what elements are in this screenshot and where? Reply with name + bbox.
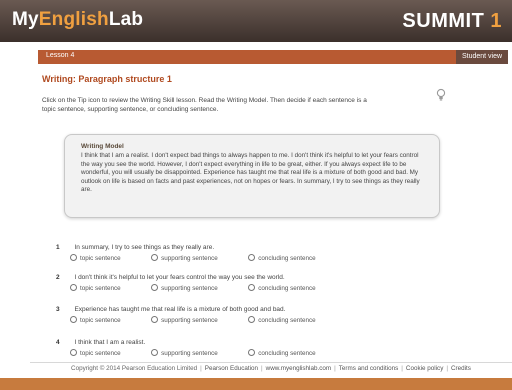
brand-accent: English: [38, 9, 109, 30]
radio-button[interactable]: [151, 316, 159, 323]
option-label: supporting sentence: [161, 285, 218, 292]
question-number: 3: [56, 306, 60, 313]
answer-options: topic sentence supporting sentence concl…: [56, 309, 476, 327]
option-concluding-sentence[interactable]: concluding sentence: [248, 284, 316, 292]
page-footer: Copyright © 2014 Pearson Education Limit…: [30, 362, 512, 377]
page-title: Writing: Paragraph structure 1: [42, 74, 172, 84]
answer-options: topic sentence supporting sentence concl…: [56, 277, 476, 295]
footer-link-site[interactable]: www.myenglishlab.com: [266, 365, 331, 372]
brand-prefix: My: [12, 9, 39, 30]
footer-link-credits[interactable]: Credits: [451, 365, 471, 372]
option-label: concluding sentence: [258, 255, 316, 262]
option-concluding-sentence[interactable]: concluding sentence: [248, 316, 316, 324]
radio-button[interactable]: [70, 349, 77, 356]
course-logo: SUMMIT 1: [402, 10, 502, 33]
footer-link-company[interactable]: Pearson Education: [205, 365, 258, 372]
copyright-text: Copyright © 2014 Pearson Education Limit…: [71, 365, 198, 372]
option-label: topic sentence: [80, 317, 121, 324]
option-label: concluding sentence: [258, 350, 316, 357]
question-3: 3 Experience has taught me that real lif…: [56, 298, 476, 327]
course-level: 1: [490, 10, 502, 32]
option-label: topic sentence: [80, 255, 121, 262]
option-label: supporting sentence: [161, 350, 218, 357]
radio-button[interactable]: [248, 349, 256, 356]
option-label: supporting sentence: [161, 255, 218, 262]
lightbulb-icon[interactable]: [434, 88, 448, 102]
radio-button[interactable]: [248, 254, 256, 261]
option-label: topic sentence: [80, 350, 121, 357]
answer-options: topic sentence supporting sentence concl…: [56, 247, 476, 265]
bottom-strip: [0, 378, 512, 390]
option-label: supporting sentence: [161, 317, 218, 324]
lesson-bar: Lesson 4 Student view: [38, 50, 508, 64]
radio-button[interactable]: [151, 284, 159, 291]
lesson-label: Lesson 4: [46, 52, 75, 59]
brand-suffix: Lab: [108, 9, 144, 30]
answer-options: topic sentence supporting sentence concl…: [56, 342, 476, 360]
radio-button[interactable]: [70, 316, 77, 323]
writing-model-box: Writing Model I think that I am a realis…: [64, 134, 440, 218]
question-number: 2: [56, 274, 60, 281]
option-concluding-sentence[interactable]: concluding sentence: [248, 349, 316, 357]
option-topic-sentence[interactable]: topic sentence: [70, 316, 121, 324]
instructions-text: Click on the Tip icon to review the Writ…: [42, 97, 367, 113]
question-2: 2 I don't think it's helpful to let your…: [56, 266, 476, 295]
question-number: 4: [56, 339, 60, 346]
app-header: MyEnglishLab SUMMIT 1: [0, 0, 512, 42]
radio-button[interactable]: [248, 284, 256, 291]
option-supporting-sentence[interactable]: supporting sentence: [151, 316, 218, 324]
question-1: 1 In summary, I try to see things as the…: [56, 236, 476, 265]
question-number: 1: [56, 244, 60, 251]
option-topic-sentence[interactable]: topic sentence: [70, 254, 121, 262]
footer-link-cookie[interactable]: Cookie policy: [406, 365, 443, 372]
option-supporting-sentence[interactable]: supporting sentence: [151, 254, 218, 262]
course-series: SUMMIT: [402, 10, 485, 32]
footer-link-terms[interactable]: Terms and conditions: [339, 365, 399, 372]
radio-button[interactable]: [248, 316, 256, 323]
question-4: 4 I think that I am a realist. topic sen…: [56, 331, 476, 360]
radio-button[interactable]: [70, 284, 77, 291]
writing-model-title: Writing Model: [81, 143, 124, 150]
option-label: concluding sentence: [258, 317, 316, 324]
option-concluding-sentence[interactable]: concluding sentence: [248, 254, 316, 262]
option-label: topic sentence: [80, 285, 121, 292]
lightbulb-graphic: [436, 88, 446, 101]
brand-logo: MyEnglishLab: [12, 9, 143, 31]
screen: MyEnglishLab SUMMIT 1 Lesson 4 Student v…: [0, 0, 512, 390]
option-topic-sentence[interactable]: topic sentence: [70, 284, 121, 292]
option-supporting-sentence[interactable]: supporting sentence: [151, 284, 218, 292]
option-label: concluding sentence: [258, 285, 316, 292]
option-topic-sentence[interactable]: topic sentence: [70, 349, 121, 357]
writing-model-text: I think that I am a realist. I don't exp…: [81, 152, 420, 194]
radio-button[interactable]: [70, 254, 77, 261]
radio-button[interactable]: [151, 349, 159, 356]
option-supporting-sentence[interactable]: supporting sentence: [151, 349, 218, 357]
student-view-button[interactable]: Student view: [456, 50, 508, 64]
radio-button[interactable]: [151, 254, 159, 261]
